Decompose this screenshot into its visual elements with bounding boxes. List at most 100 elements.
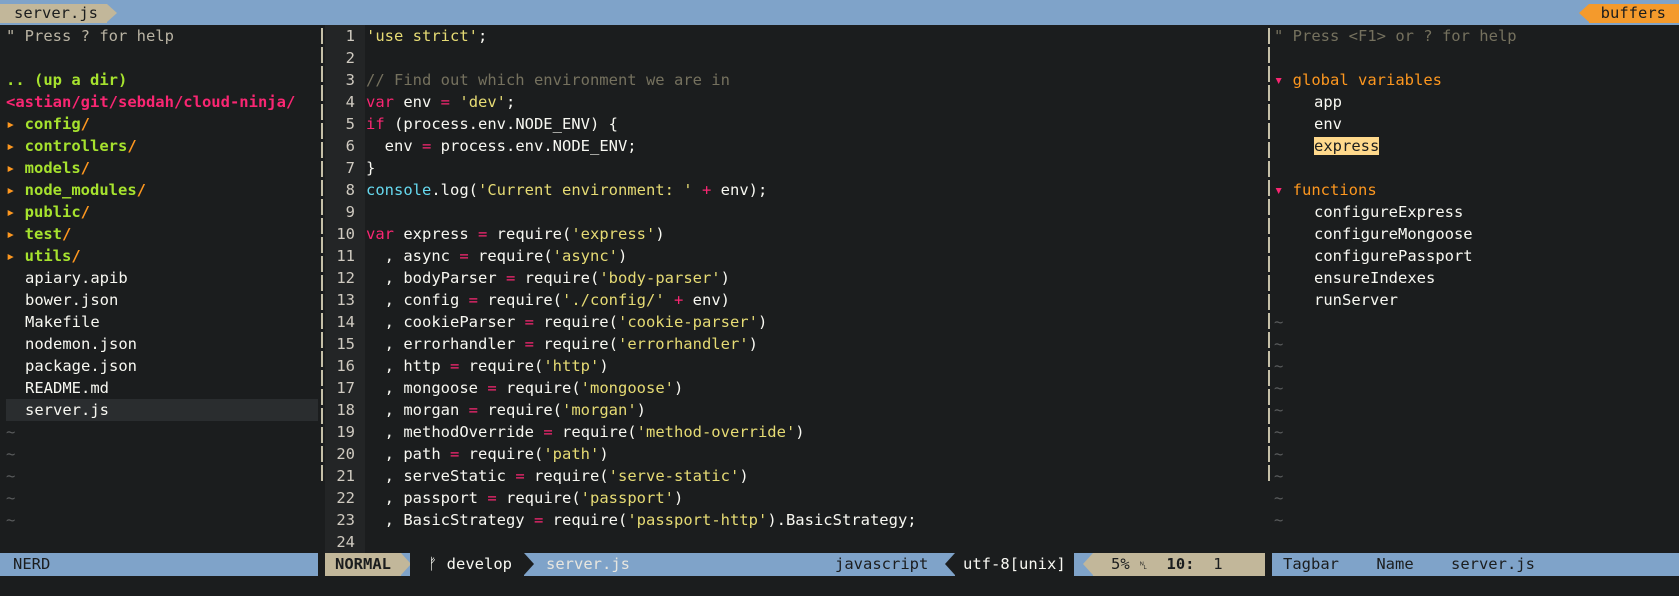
directory-item[interactable]: ▸ config/ [6, 113, 318, 135]
code-token: var [366, 225, 394, 243]
tag-item[interactable]: configureExpress [1274, 201, 1679, 223]
code-line[interactable]: , morgan = require('morgan') [366, 399, 1265, 421]
code-token: 'passport' [580, 489, 674, 507]
code-line[interactable]: env = process.env.NODE_ENV; [366, 135, 1265, 157]
tag-group-header[interactable]: ▾ global variables [1274, 69, 1679, 91]
buffers-label: buffers [1578, 4, 1679, 23]
tag-kind-label: functions [1292, 181, 1377, 199]
code-line[interactable]: , mongoose = require('mongoose') [366, 377, 1265, 399]
code-token: console [366, 181, 432, 199]
code-line[interactable]: console.log('Current environment: ' + en… [366, 179, 1265, 201]
code-line[interactable]: , serveStatic = require('serve-static') [366, 465, 1265, 487]
code-token: , config [366, 291, 469, 309]
tag-item[interactable]: configurePassport [1274, 245, 1679, 267]
tag-groups: ▾ global variables app env express ▾ functi… [1274, 69, 1679, 531]
tree-root-path[interactable]: <astian/git/sebdah/cloud-ninja/ [6, 91, 318, 113]
code-token: require( [487, 225, 572, 243]
code-line[interactable]: 'use strict'; [366, 25, 1265, 47]
code-line[interactable] [366, 201, 1265, 223]
tag-item[interactable]: app [1274, 91, 1679, 113]
directory-slash: / [80, 203, 91, 221]
file-item[interactable]: apiary.apib [6, 267, 318, 289]
directory-item[interactable]: ▸ node_modules/ [6, 179, 318, 201]
code-token: = [468, 401, 478, 419]
tag-group-header[interactable]: ▾ functions [1274, 179, 1679, 201]
tilde-marker: ~ [6, 489, 16, 507]
code-token: 'use strict' [366, 27, 478, 45]
code-line[interactable]: , errorhandler = require('errorhandler') [366, 333, 1265, 355]
file-item[interactable]: nodemon.json [6, 333, 318, 355]
split-separator-left[interactable] [318, 25, 325, 553]
chevron-right-icon: ▸ [6, 159, 25, 177]
code-line[interactable]: , async = require('async') [366, 245, 1265, 267]
code-line[interactable]: if (process.env.NODE_ENV) { [366, 113, 1265, 135]
directory-item[interactable]: ▸ models/ [6, 157, 318, 179]
tag-item[interactable]: ensureIndexes [1274, 267, 1679, 289]
directory-item[interactable]: ▸ public/ [6, 201, 318, 223]
tagbar-statusline: Tagbar Name server.js [1272, 553, 1679, 576]
tag-name: runServer [1314, 291, 1398, 309]
line-number: 2 [345, 49, 355, 67]
line-number: 16 [336, 357, 355, 375]
tag-item[interactable]: configureMongoose [1274, 223, 1679, 245]
code-token: = [505, 269, 516, 287]
tag-item[interactable]: env [1274, 113, 1679, 135]
chevron-right-icon: ▸ [6, 181, 25, 199]
code-token: ) [720, 269, 730, 287]
tag-item[interactable]: runServer [1274, 289, 1679, 311]
code-token: 'serve-static' [608, 467, 740, 485]
code-token: ) [636, 401, 646, 419]
tagbar-pane[interactable]: " Press <F1> or ? for help ▾ global vari… [1272, 25, 1679, 553]
code-buffer[interactable]: 'use strict'; // Find out which environm… [365, 25, 1265, 553]
code-line[interactable]: , config = require('./config/' + env) [366, 289, 1265, 311]
code-line[interactable] [366, 531, 1265, 553]
line-number: 23 [336, 511, 355, 529]
tilde-marker: ~ [6, 511, 16, 529]
code-token: , mongoose [366, 379, 488, 397]
tag-item[interactable]: express [1274, 135, 1679, 157]
file-item[interactable]: Makefile [6, 311, 318, 333]
split-separator-right[interactable] [1265, 25, 1272, 553]
code-token: 'errorhandler' [617, 335, 749, 353]
code-line[interactable]: , http = require('http') [366, 355, 1265, 377]
fold-open-icon: ▾ [1274, 181, 1293, 199]
line-number: 19 [336, 423, 355, 441]
code-line[interactable]: var env = 'dev'; [366, 91, 1265, 113]
directory-item[interactable]: ▸ controllers/ [6, 135, 318, 157]
file-item[interactable]: server.js [6, 399, 318, 421]
up-dir-link[interactable]: .. (up a dir) [6, 69, 318, 91]
command-line[interactable] [0, 576, 1679, 596]
tab-server-js[interactable]: server.js [0, 4, 117, 23]
cursor-col: 1 [1213, 555, 1223, 573]
line-number: 5 [345, 115, 355, 133]
file-item[interactable]: bower.json [6, 289, 318, 311]
tag-name: configureMongoose [1314, 225, 1473, 243]
file-item[interactable]: package.json [6, 355, 318, 377]
code-line[interactable]: , bodyParser = require('body-parser') [366, 267, 1265, 289]
code-line[interactable]: } [366, 157, 1265, 179]
code-line[interactable]: // Find out which environment we are in [366, 69, 1265, 91]
code-line[interactable]: , path = require('path') [366, 443, 1265, 465]
tilde-marker: ~ [1274, 445, 1284, 463]
file-list: apiary.apib bower.json Makefile nodemon.jso… [6, 267, 318, 421]
editor-pane[interactable]: 1 2 3 4 5 6 7 8 9 10 11 12 13 14 15 16 17 18 19 20 21 22 23 24 … [325, 25, 1265, 553]
code-token: if [366, 115, 385, 133]
code-token: require( [478, 291, 562, 309]
tilde-marker: ~ [1274, 313, 1284, 331]
code-line[interactable]: , cookieParser = require('cookie-parser'… [366, 311, 1265, 333]
code-line[interactable] [366, 47, 1265, 69]
file-item[interactable]: README.md [6, 377, 318, 399]
code-token: , async [366, 247, 460, 265]
code-line[interactable]: , methodOverride = require('method-overr… [366, 421, 1265, 443]
tag-name: configureExpress [1314, 203, 1464, 221]
code-line[interactable]: , BasicStrategy = require('passport-http… [366, 509, 1265, 531]
code-line[interactable]: , passport = require('passport') [366, 487, 1265, 509]
branch-icon: ᚠ [428, 555, 438, 573]
code-line[interactable]: var express = require('express') [366, 223, 1265, 245]
branch-name: develop [446, 555, 512, 573]
directory-item[interactable]: ▸ test/ [6, 223, 318, 245]
directory-item[interactable]: ▸ utils/ [6, 245, 318, 267]
nerdtree-pane[interactable]: " Press ? for help .. (up a dir) <astian… [0, 25, 318, 553]
